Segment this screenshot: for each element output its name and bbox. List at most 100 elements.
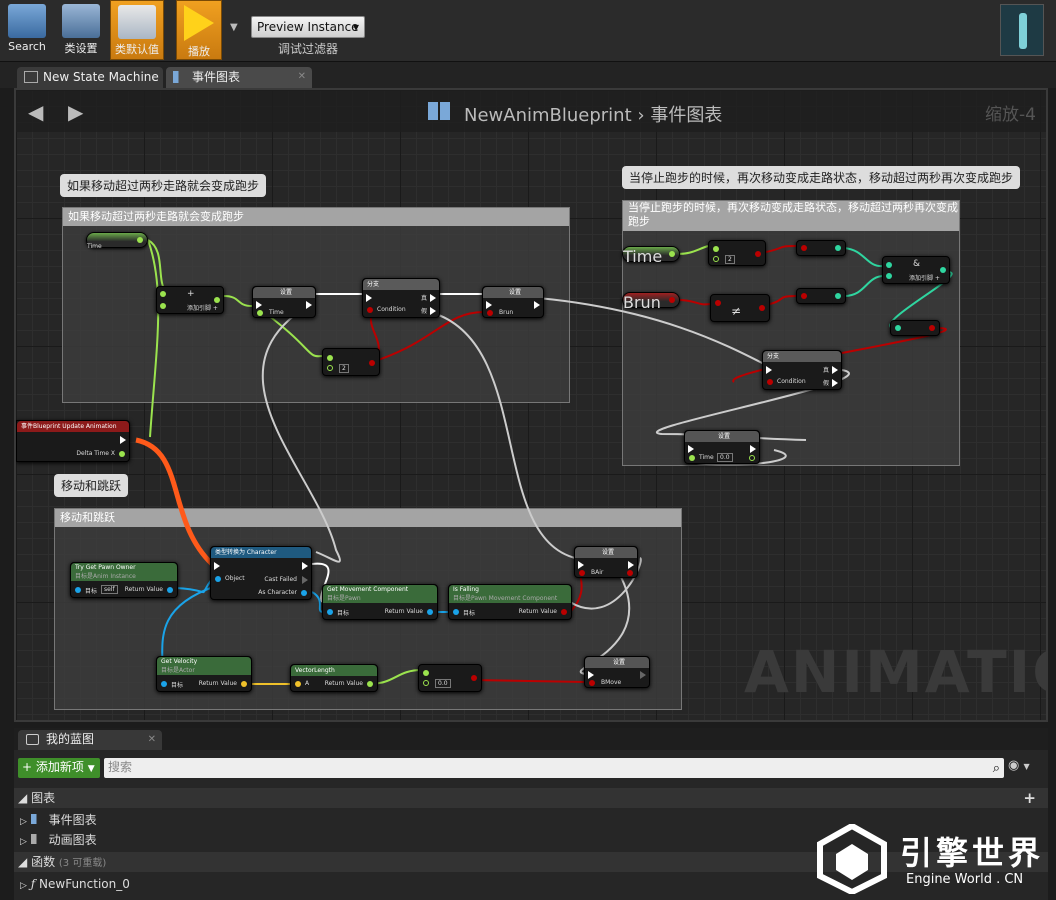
try-get-pawn-owner-node[interactable]: Try Get Pawn Owner 目标是Anim Instance 目标 s… [70,562,178,598]
float-pin[interactable] [749,455,755,461]
float-pin[interactable] [257,310,263,316]
tab-my-blueprint[interactable]: 我的蓝图 ✕ [18,730,162,750]
object-pin[interactable] [453,609,459,615]
float-pin[interactable] [367,681,373,687]
bool-pin[interactable] [627,570,633,576]
tab-state-machine[interactable]: New State Machine [17,67,163,89]
float-pin[interactable] [669,251,675,257]
exec-pin[interactable] [214,562,220,570]
view-options-button[interactable]: ◉ ▼ [1008,758,1030,773]
cast-to-character-node[interactable]: 类型转换为 Character Object Cast Failed As Ch… [210,546,312,600]
bool-pin[interactable] [895,325,901,331]
brun-getter-node[interactable]: Brun [622,292,680,312]
exec-pin[interactable] [628,561,634,569]
vector-length-node[interactable]: VectorLength A Return Value [290,664,378,692]
reroute-node[interactable] [796,288,846,304]
is-falling-node[interactable]: Is Falling 目标是Pawn Movement Component 目标… [448,584,572,620]
vector-pin[interactable] [295,681,301,687]
bool-pin[interactable] [886,273,892,279]
greater-node[interactable]: 0.0 [418,664,482,692]
float-pin[interactable] [713,256,719,262]
bool-pin[interactable] [929,325,935,331]
set-bmove-node[interactable]: 设置 BMove [584,656,650,688]
bool-pin[interactable] [589,680,595,686]
bool-pin[interactable] [759,305,765,311]
object-pin[interactable] [327,609,333,615]
object-pin[interactable] [75,587,81,593]
exec-pin[interactable] [486,301,492,309]
bool-pin[interactable] [767,379,773,385]
bool-pin[interactable] [561,609,567,615]
graphs-section[interactable]: ◢ 图表 + [14,788,1048,808]
exec-pin[interactable] [766,366,772,374]
skeleton-preview-button[interactable] [1000,4,1044,56]
time-getter-node[interactable]: Time [86,232,148,250]
get-movement-component-node[interactable]: Get Movement Component 目标是Pawn 目标 Return… [322,584,438,620]
branch-node[interactable]: 分支 真 Condition 假 [762,350,842,390]
vector-pin[interactable] [241,681,247,687]
close-icon[interactable]: ✕ [148,730,156,749]
exec-pin[interactable] [302,576,308,584]
exec-pin[interactable] [832,379,838,387]
bool-pin[interactable] [886,262,892,268]
exec-pin[interactable] [306,301,312,309]
bool-pin[interactable] [801,245,807,251]
set-time-node[interactable]: 设置 Time 0.0 [684,430,760,464]
greater-node[interactable]: 2 [322,348,380,376]
exec-pin[interactable] [750,445,756,453]
preview-instance-dropdown[interactable]: Preview Instance ▾ [251,16,365,38]
exec-pin[interactable] [120,436,126,444]
bool-pin[interactable] [715,300,721,306]
exec-pin[interactable] [640,671,646,679]
exec-pin[interactable] [832,366,838,374]
reroute-node[interactable] [890,320,940,336]
bool-pin[interactable] [579,570,585,576]
object-pin[interactable] [215,576,221,582]
exec-pin[interactable] [302,562,308,570]
class-defaults-button[interactable]: 类默认值 [110,0,164,60]
exec-pin[interactable] [256,301,262,309]
graph-canvas[interactable]: ◀ ▶ NewAnimBlueprint › 事件图表 缩放-4 ANIMATI… [14,88,1048,722]
bool-pin[interactable] [835,293,841,299]
bool-pin[interactable] [669,297,675,303]
reroute-node[interactable] [796,240,846,256]
float-pin[interactable] [119,451,125,457]
exec-pin[interactable] [688,445,694,453]
not-equal-node[interactable]: ≠ [710,294,770,322]
exec-pin[interactable] [588,671,594,679]
tab-event-graph[interactable]: 事件图表 ✕ [166,67,312,89]
add-graph-icon[interactable]: + [1023,788,1036,808]
bool-pin[interactable] [369,360,375,366]
float-pin[interactable] [423,680,429,686]
object-pin[interactable] [427,609,433,615]
and-node[interactable]: & 添加引脚 + [882,256,950,284]
float-pin[interactable] [713,246,719,252]
bool-pin[interactable] [755,251,761,257]
play-button[interactable]: 播放 [176,0,222,60]
exec-pin[interactable] [366,294,372,302]
object-pin[interactable] [167,587,173,593]
bool-pin[interactable] [940,267,946,273]
float-pin[interactable] [137,237,143,243]
set-brun-node[interactable]: 设置 Brun [482,286,544,318]
exec-pin[interactable] [534,301,540,309]
bool-pin[interactable] [471,675,477,681]
float-pin[interactable] [214,297,220,303]
bool-pin[interactable] [487,310,493,316]
bool-pin[interactable] [367,307,373,313]
add-node[interactable]: + 添加引脚 + [156,286,224,314]
add-new-button[interactable]: + 添加新项 ▼ [18,758,100,778]
set-time-node[interactable]: 设置 Time [252,286,316,318]
class-settings-button[interactable]: 类设置 [54,0,108,60]
time-getter-node[interactable]: Time [622,246,680,266]
float-pin[interactable] [160,291,166,297]
exec-pin[interactable] [430,307,436,315]
close-icon[interactable]: ✕ [298,67,306,87]
exec-pin[interactable] [430,294,436,302]
get-velocity-node[interactable]: Get Velocity 目标是Actor 目标 Return Value [156,656,252,692]
float-pin[interactable] [327,365,333,371]
bool-pin[interactable] [801,293,807,299]
object-pin[interactable] [301,590,307,596]
exec-pin[interactable] [578,561,584,569]
float-pin[interactable] [160,303,166,309]
